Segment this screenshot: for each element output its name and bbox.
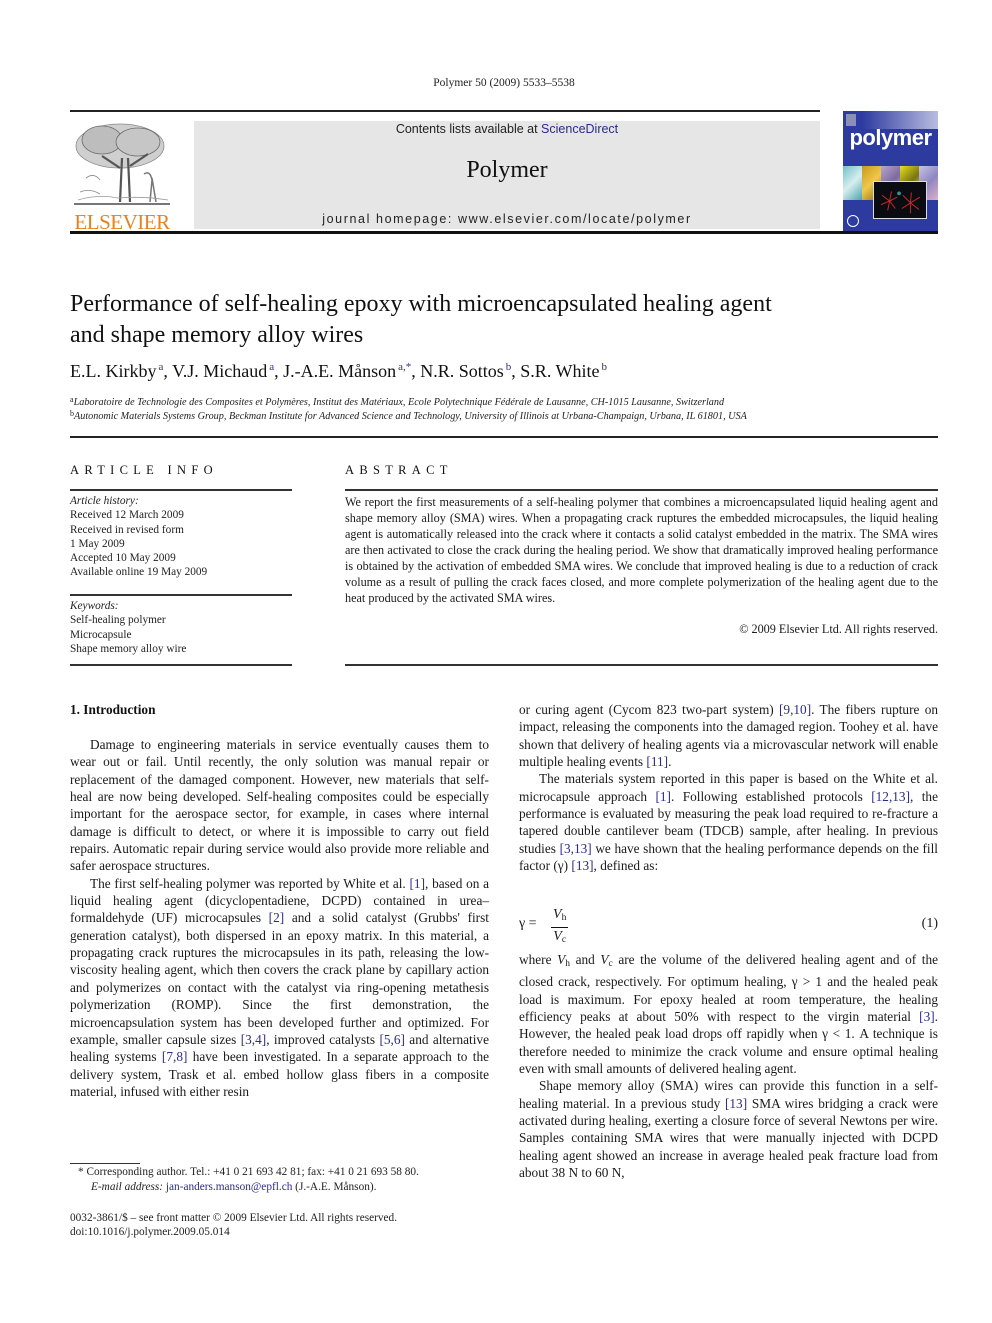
cover-micrograph-icon	[880, 191, 921, 214]
article-info-bottom-rule	[70, 664, 292, 666]
fraction-numerator: Vh	[551, 906, 569, 928]
left-column: Damage to engineering materials in servi…	[70, 736, 489, 1100]
author[interactable]: E.L. Kirkby a,	[70, 361, 172, 381]
citation-link[interactable]: [1]	[410, 876, 426, 891]
author[interactable]: S.R. White b	[520, 361, 607, 381]
equation-number: (1)	[921, 916, 938, 931]
email-note: E-mail address: jan-anders.manson@epfl.c…	[91, 1181, 377, 1193]
journal-name: Polymer	[466, 157, 548, 183]
citation-link[interactable]: [11]	[646, 754, 668, 769]
equation-fraction: Vh Vc	[551, 906, 569, 949]
contents-prefix: Contents lists available at	[395, 122, 542, 136]
doi-link[interactable]: doi:10.1016/j.polymer.2009.05.014	[70, 1226, 230, 1238]
front-matter-note: 0032-3861/$ – see front matter © 2009 El…	[70, 1212, 398, 1224]
right-column-top: or curing agent (Cycom 823 two-part syst…	[519, 701, 938, 874]
abstract-copyright: © 2009 Elsevier Ltd. All rights reserved…	[739, 622, 938, 636]
history-item: Received in revised form	[70, 523, 184, 536]
cover-badge-icon	[847, 215, 859, 227]
title-section-rule	[70, 436, 938, 438]
section-heading-introduction: 1. Introduction	[70, 702, 156, 717]
affiliation-mark[interactable]: b	[601, 361, 607, 373]
abstract-rule	[345, 489, 938, 491]
cover-title: polymer	[849, 125, 932, 150]
article-info-heading: ARTICLE INFO	[70, 463, 218, 477]
citation-link[interactable]: [5,6]	[379, 1032, 404, 1047]
keyword: Self-healing polymer	[70, 614, 166, 627]
paper-title-line-1: Performance of self-healing epoxy with m…	[70, 291, 772, 317]
history-item: Available online 19 May 2009	[70, 566, 208, 579]
citation-link[interactable]: [3,4]	[241, 1032, 266, 1047]
keywords-rule	[70, 594, 292, 596]
paragraph: The materials system reported in this pa…	[519, 771, 938, 874]
author[interactable]: N.R. Sottos b,	[420, 361, 520, 381]
author[interactable]: V.J. Michaud a,	[172, 361, 283, 381]
equation-lhs: γ =	[519, 916, 537, 931]
citation-link[interactable]: [7,8]	[162, 1049, 187, 1064]
history-item: Received 12 March 2009	[70, 509, 184, 522]
author-list: E.L. Kirkby a, V.J. Michaud a, J.-A.E. Mån…	[70, 361, 607, 382]
abstract-bottom-rule	[345, 664, 938, 666]
history-item: Accepted 10 May 2009	[70, 552, 176, 565]
paper-title: Performance of self-healing epoxy with m…	[70, 289, 890, 351]
affiliation-b: bAutonomic Materials Systems Group, Beck…	[70, 409, 747, 422]
citation-link[interactable]: [12,13]	[871, 789, 910, 804]
keywords: Keywords: Self-healing polymer Microcaps…	[70, 599, 292, 656]
email-link[interactable]: jan-anders.manson@epfl.ch	[166, 1181, 292, 1193]
paragraph: Shape memory alloy (SMA) wires can provi…	[519, 1078, 938, 1181]
affiliation-a: aLaboratoire de Technologie des Composit…	[70, 395, 725, 408]
cover-micrograph	[873, 181, 927, 219]
paragraph: Damage to engineering materials in servi…	[70, 737, 489, 874]
paper-title-line-2: and shape memory alloy wires	[70, 322, 364, 348]
paragraph: where Vh and Vc are the volume of the de…	[519, 952, 938, 1077]
citation-link[interactable]: [13]	[725, 1096, 747, 1111]
keyword: Shape memory alloy wire	[70, 642, 187, 655]
header-bottom-rule	[70, 231, 938, 234]
citation-link[interactable]: [1]	[655, 789, 671, 804]
citation-link[interactable]: [13]	[571, 858, 593, 873]
paragraph: or curing agent (Cycom 823 two-part syst…	[519, 702, 938, 770]
history-item: 1 May 2009	[70, 537, 125, 550]
elsevier-tree-icon	[74, 123, 170, 205]
journal-header-box: Contents lists available at ScienceDirec…	[194, 121, 820, 229]
citation-link[interactable]: [2]	[269, 910, 285, 925]
citation-link[interactable]: [3,13]	[560, 841, 592, 856]
keyword: Microcapsule	[70, 628, 132, 641]
corresponding-author-note: * Corresponding author. Tel.: +41 0 21 6…	[78, 1166, 419, 1178]
header-top-rule	[70, 110, 820, 112]
contents-availability-line: Contents lists available at ScienceDirec…	[194, 122, 820, 136]
fraction-denominator: Vc	[553, 929, 567, 945]
article-info-rule	[70, 489, 292, 491]
right-column-bottom: where Vh and Vc are the volume of the de…	[519, 951, 938, 1181]
citation-link[interactable]: [9,10]	[779, 702, 811, 717]
journal-citation: Polymer 50 (2009) 5533–5538	[433, 77, 575, 89]
paragraph: The first self-healing polymer was repor…	[70, 875, 489, 1099]
keywords-label: Keywords:	[70, 600, 119, 612]
article-history-label: Article history:	[70, 495, 139, 507]
abstract-heading: ABSTRACT	[345, 463, 453, 477]
footnote-rule	[70, 1163, 140, 1164]
cover-image-strip-1	[843, 166, 862, 200]
abstract-text: We report the first measurements of a se…	[345, 495, 938, 605]
journal-cover-thumbnail[interactable]: polymer	[843, 111, 938, 232]
journal-homepage-link[interactable]: journal homepage: www.elsevier.com/locat…	[194, 212, 820, 226]
affiliation-mark[interactable]: a,*	[398, 361, 411, 373]
sciencedirect-link[interactable]: ScienceDirect	[541, 122, 618, 136]
citation-link[interactable]: [3]	[919, 1009, 935, 1024]
author[interactable]: J.-A.E. Månson a,*,	[283, 361, 420, 381]
equation-1: γ = Vh Vc (1)	[519, 906, 938, 946]
elsevier-logo[interactable]: ELSEVIER	[70, 112, 174, 234]
article-history: Article history: Received 12 March 2009 …	[70, 494, 292, 580]
